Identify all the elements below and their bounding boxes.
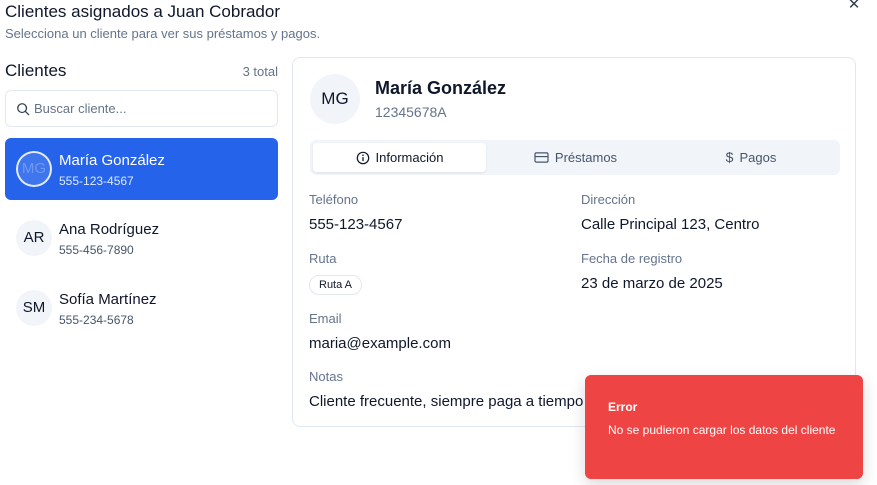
- email-label: Email: [309, 311, 342, 326]
- client-phone: 555-456-7890: [59, 243, 134, 257]
- client-item-maria-gonzalez[interactable]: MG María González 555-123-4567: [5, 138, 278, 200]
- phone-value: 555-123-4567: [309, 216, 403, 233]
- clients-heading: Clientes: [5, 61, 67, 80]
- registered-value: 23 de marzo de 2025: [581, 275, 723, 292]
- client-phone: 555-234-5678: [59, 313, 134, 327]
- client-detail-id: 12345678A: [375, 104, 447, 120]
- dialog-title: Clientes asignados a Juan Cobrador: [5, 2, 281, 21]
- client-item-ana-rodriguez[interactable]: AR Ana Rodríguez 555-456-7890: [5, 207, 278, 269]
- credit-card-icon: [534, 152, 549, 163]
- client-detail-card: MG María González 12345678A Información …: [292, 57, 856, 427]
- dialog-subtitle: Selecciona un cliente para ver sus prést…: [5, 26, 321, 41]
- search-input[interactable]: [34, 91, 274, 126]
- route-badge: Ruta A: [309, 275, 363, 295]
- tab-prestamos[interactable]: Préstamos: [489, 143, 662, 172]
- avatar: SM: [16, 290, 52, 326]
- detail-tabs: Información Préstamos $ Pagos: [310, 140, 840, 175]
- error-toast[interactable]: Error No se pudieron cargar los datos de…: [585, 375, 863, 479]
- route-label: Ruta: [309, 251, 337, 266]
- registered-label: Fecha de registro: [581, 251, 683, 266]
- notes-label: Notas: [309, 369, 343, 384]
- close-icon[interactable]: ✕: [845, 0, 863, 14]
- phone-label: Teléfono: [309, 192, 359, 207]
- tab-label: Pagos: [739, 150, 777, 165]
- dollar-icon: $: [725, 149, 734, 166]
- toast-message: No se pudieron cargar los datos del clie…: [608, 423, 836, 437]
- avatar: AR: [16, 220, 52, 256]
- address-value: Calle Principal 123, Centro: [581, 216, 760, 233]
- search-icon: [17, 103, 30, 116]
- notes-value: Cliente frecuente, siempre paga a tiempo: [309, 393, 584, 410]
- tab-label: Información: [375, 150, 444, 165]
- email-value: maria@example.com: [309, 335, 451, 352]
- avatar: MG: [16, 151, 52, 187]
- tab-label: Préstamos: [554, 150, 618, 165]
- avatar: MG: [310, 74, 360, 124]
- clients-count: 3 total: [242, 64, 278, 79]
- tab-informacion[interactable]: Información: [313, 143, 486, 172]
- client-item-sofia-martinez[interactable]: SM Sofía Martínez 555-234-5678: [5, 277, 278, 339]
- search-box: [5, 90, 278, 127]
- client-name: Ana Rodríguez: [59, 221, 160, 238]
- client-detail-name: María González: [375, 78, 507, 98]
- info-icon: [356, 151, 369, 164]
- address-label: Dirección: [581, 192, 636, 207]
- toast-title: Error: [608, 400, 638, 414]
- client-phone: 555-123-4567: [59, 174, 134, 188]
- client-name: María González: [59, 152, 165, 169]
- client-name: Sofía Martínez: [59, 291, 157, 308]
- tab-pagos[interactable]: $ Pagos: [665, 143, 837, 172]
